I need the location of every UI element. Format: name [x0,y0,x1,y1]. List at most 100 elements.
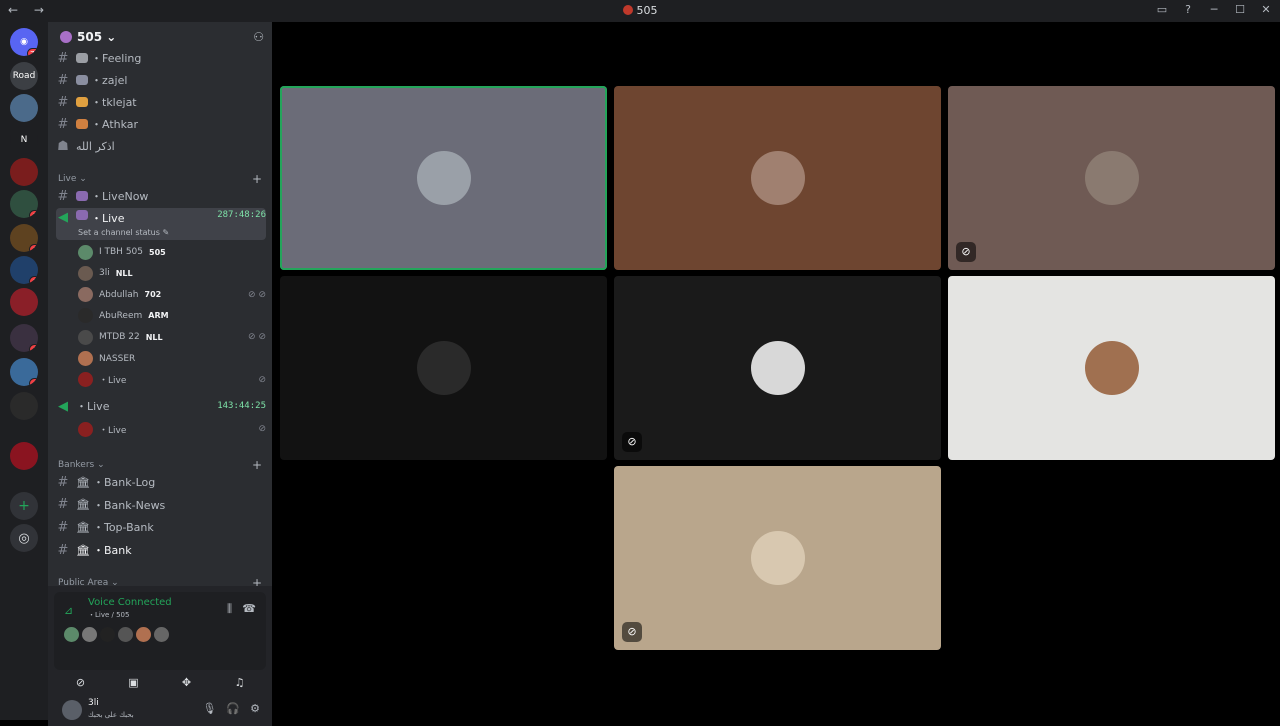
text-channel[interactable]: # ・Feeling [56,52,266,68]
forum-channel[interactable]: ☗ اذكر الله [56,136,266,156]
member-tag: ARM [148,311,169,321]
channel-status-link[interactable]: Set a channel status ✎ [78,228,169,237]
screen-share-button[interactable]: ▣ [114,673,154,693]
create-channel-icon[interactable]: + [252,172,262,186]
category-bankers[interactable]: Bankers ⌄ + [58,458,262,472]
voice-member[interactable]: Abdullah 702 ⊘ ⊘ [78,285,266,305]
participant-tile[interactable] [280,276,607,460]
hash-icon: # [57,116,69,132]
server-icon-2[interactable]: N [10,126,38,154]
guild-header[interactable]: 505 ⌄ ⚇ [48,22,272,52]
camera-off-button[interactable]: ⊘ [61,673,101,693]
inbox-icon[interactable]: ▭ [1156,3,1168,16]
participant-tile[interactable] [280,86,607,270]
participant-tile[interactable] [614,86,941,270]
server-icon-1[interactable] [10,94,38,122]
participant-tile[interactable]: ⊘ [948,86,1275,270]
settings-gear-icon[interactable]: ⚙ [250,702,260,715]
channel-emoji [76,53,88,63]
minimize-button[interactable]: ─ [1208,3,1220,16]
participant-tile[interactable]: ⊘ [614,276,941,460]
user-name[interactable]: 3li [88,698,99,708]
text-channel[interactable]: # ・tklejat [56,92,266,112]
channel-emoji [76,75,88,85]
voice-member[interactable]: MTDB 22 NLL ⊘ ⊘ [78,327,266,347]
avatar [78,351,93,366]
participant-avatar [750,531,805,585]
text-channel[interactable]: # ・Athkar [56,114,266,134]
voice-member[interactable]: I TBH 505 505 [78,242,266,262]
voice-channel-livenow[interactable]: # ・LiveNow [56,186,266,206]
deafened-icon: ⊘ [622,432,642,452]
server-icon-3[interactable] [10,158,38,186]
server-icon-0[interactable]: Road [10,62,38,90]
hash-icon: # [57,72,69,88]
text-channel[interactable]: # 🏛 ・Bank-News [56,495,266,515]
member-name: NASSER [99,353,136,364]
avatar [82,627,97,642]
server-icon [622,5,633,15]
channel-timer: 287:48:26 [217,210,266,220]
headphones-icon[interactable]: 🎧 [226,702,240,715]
home-button[interactable]: ◉ 71 [10,28,38,56]
server-badge: 3 [29,244,38,252]
server-badge: 1 [29,344,38,352]
soundboard-button[interactable]: ♫ [220,673,260,693]
server-icon-10[interactable] [10,392,38,420]
voice-member[interactable]: ・Live ⊘ [78,370,266,390]
activities-button[interactable]: ✥ [167,673,207,693]
create-channel-icon[interactable]: + [252,458,262,472]
category-live[interactable]: Live ⌄ + [58,172,262,186]
help-icon[interactable]: ? [1182,3,1194,16]
server-icon-7[interactable] [10,288,38,316]
signal-icon[interactable]: ⊿ [64,604,73,617]
server-icon-9[interactable]: 6 [10,358,38,386]
text-channel[interactable]: # 🏛 ・Bank-Log [56,472,266,492]
server-icon-8[interactable]: 1 [10,324,38,352]
server-icon-5[interactable]: 3 [10,224,38,252]
window-controls: ▭ ? ─ ☐ ✕ [1156,3,1272,16]
participant-avatar [416,341,471,395]
channel-emoji [76,97,88,107]
guild-icon [60,31,72,43]
text-channel[interactable]: # 🏛 ・Bank [56,540,266,560]
voice-member[interactable]: AbuReem ARM [78,306,266,326]
voice-location[interactable]: ・Live / 505 [88,610,129,620]
discover-button[interactable]: ◎ [10,524,38,552]
close-button[interactable]: ✕ [1260,3,1272,16]
server-icon-6[interactable]: 2 [10,256,38,284]
voice-channel-live-second[interactable]: ◀ ・Live 143:44:25 [56,396,266,416]
hash-icon: # [57,542,69,558]
server-icon-11[interactable] [10,442,38,470]
deafened-icon: ⊘ [258,424,266,434]
muted-deafened-icon: ⊘ [258,374,266,385]
user-status: بحبك على بحبك [88,711,134,719]
voice-connection-panel: ⊿ Voice Connected ・Live / 505 ⫼ ☎ [54,592,266,670]
server-icon-4[interactable]: 2 [10,190,38,218]
user-controls: 🎙 🎧 ⚙ [202,702,260,715]
server-badge: 2 [29,210,38,218]
user-area: 3li بحبك على بحبك 🎙 🎧 ⚙ [48,694,272,726]
microphone-icon[interactable]: 🎙 [202,702,216,715]
voice-member[interactable]: 3li NLL [78,263,266,283]
add-server-button[interactable]: + [10,492,38,520]
bank-icon: 🏛 [76,498,90,512]
text-channel[interactable]: # ・zajel [56,70,266,90]
text-channel[interactable]: # 🏛 ・Top-Bank [56,517,266,537]
voice-status[interactable]: Voice Connected [88,597,172,608]
participant-tile[interactable] [948,276,1275,460]
voice-member[interactable]: ・Live ⊘ [78,419,266,439]
noise-suppression-icon[interactable]: ⫼ [227,602,232,616]
voice-member[interactable]: NASSER [78,349,266,369]
member-name: I TBH 505 [99,247,143,257]
member-name: MTDB 22 [99,332,140,343]
title-bar: ← → 505 ▭ ? ─ ☐ ✕ [0,0,1280,22]
member-tag: NLL [115,268,133,278]
member-name: ・Live [99,376,127,387]
participant-tile[interactable]: ⊘ [614,466,941,650]
invite-icon[interactable]: ⚇ [253,30,264,44]
user-avatar[interactable] [62,700,82,720]
maximize-button[interactable]: ☐ [1234,3,1246,16]
channel-name: ・Bank-Log [92,476,156,489]
disconnect-icon[interactable]: ☎ [242,602,256,615]
